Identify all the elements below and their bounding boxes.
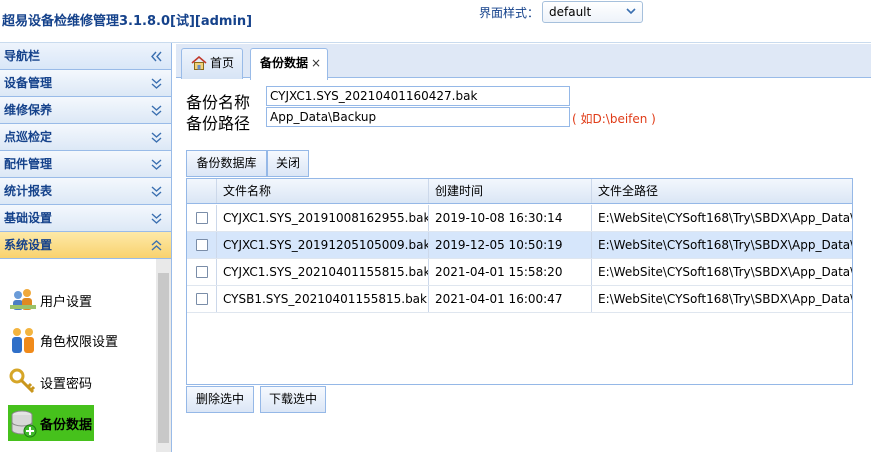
theme-label: 界面样式： bbox=[479, 6, 540, 20]
grid-header: 文件名称 创建时间 文件全路径 bbox=[187, 179, 852, 204]
sidebar-item-system-settings[interactable]: 系统设置 bbox=[0, 232, 171, 259]
backup-name-input[interactable]: CYJXC1.SYS_20210401160427.bak bbox=[266, 86, 570, 106]
double-chevron-down-icon bbox=[151, 213, 162, 224]
table-row[interactable]: CYSB1.SYS_20210401155815.bak 2021-04-01 … bbox=[187, 286, 853, 313]
header-checkbox-cell bbox=[187, 179, 217, 203]
checkbox-cell bbox=[187, 259, 217, 285]
submenu-item-label: 设置密码 bbox=[40, 376, 93, 392]
checkbox-cell bbox=[187, 205, 217, 231]
sidebar-item-basic-settings[interactable]: 基础设置 bbox=[0, 205, 171, 232]
table-row[interactable]: CYJXC1.SYS_20210401155815.bak 2021-04-01… bbox=[187, 259, 853, 286]
sidebar-item-label: 设备管理 bbox=[4, 76, 53, 90]
submenu-item-password[interactable]: 设置密码 bbox=[8, 364, 92, 400]
sidebar-item-label: 系统设置 bbox=[4, 238, 53, 252]
roles-icon bbox=[12, 328, 34, 353]
table-row[interactable]: CYJXC1.SYS_20191205105009.bak 2019-12-05… bbox=[187, 232, 853, 259]
sidebar-item-inspection[interactable]: 点巡检定 bbox=[0, 124, 171, 151]
sidebar-item-label: 点巡检定 bbox=[4, 130, 53, 144]
main-content: 首页 备份数据 × 备份名称 CYJXC1.SYS_20210401160427… bbox=[176, 43, 871, 452]
path-hint: ( 如D:\beifen ) bbox=[572, 112, 656, 126]
double-chevron-down-icon bbox=[151, 132, 162, 143]
submenu-item-users[interactable]: 用户设置 bbox=[8, 282, 92, 318]
sidebar: 导航栏 设备管理 维修保养 点巡检定 配件管理 统计报表 基础设置 系统设置 用… bbox=[0, 43, 172, 452]
tab-label: 首页 bbox=[210, 56, 235, 70]
collapse-left-icon[interactable] bbox=[150, 50, 163, 63]
cell-filename: CYJXC1.SYS_20191008162955.bak bbox=[217, 205, 429, 231]
sidebar-item-parts[interactable]: 配件管理 bbox=[0, 151, 171, 178]
database-icon bbox=[11, 410, 37, 438]
column-header-created[interactable]: 创建时间 bbox=[429, 179, 592, 203]
cell-created: 2019-12-05 10:50:19 bbox=[429, 232, 592, 258]
sidebar-title: 导航栏 bbox=[4, 49, 41, 63]
home-icon bbox=[191, 56, 207, 70]
backup-database-button[interactable]: 备份数据库 bbox=[186, 150, 267, 177]
submenu-scrollbar[interactable] bbox=[156, 259, 171, 452]
column-header-filename[interactable]: 文件名称 bbox=[217, 179, 429, 203]
double-chevron-down-icon bbox=[151, 78, 162, 89]
theme-select[interactable]: default bbox=[542, 1, 643, 23]
checkbox-cell bbox=[187, 232, 217, 258]
tab-backup[interactable]: 备份数据 × bbox=[250, 48, 328, 80]
cell-fullpath: E:\WebSite\CYSoft168\Try\SBDX\App_Data\B… bbox=[598, 265, 853, 279]
sidebar-item-label: 配件管理 bbox=[4, 157, 53, 171]
sidebar-item-equipment[interactable]: 设备管理 bbox=[0, 70, 171, 97]
cell-filename: CYJXC1.SYS_20210401155815.bak bbox=[217, 259, 429, 285]
submenu-item-roles[interactable]: 角色权限设置 bbox=[8, 322, 118, 358]
cell-created: 2021-04-01 16:00:47 bbox=[429, 286, 592, 312]
system-settings-submenu: 用户设置 角色权限设置 设置密码 备份数据 bbox=[0, 259, 156, 452]
column-header-fullpath[interactable]: 文件全路径 bbox=[592, 179, 852, 203]
tab-home[interactable]: 首页 bbox=[181, 48, 243, 79]
users-icon bbox=[10, 289, 36, 310]
tab-bar: 首页 备份数据 × bbox=[176, 43, 871, 80]
delete-selected-button[interactable]: 删除选中 bbox=[186, 386, 254, 413]
app-header: 超易设备检维修管理3.1.8.0[试][admin] 界面样式： default bbox=[0, 0, 871, 43]
cell-created: 2021-04-01 15:58:20 bbox=[429, 259, 592, 285]
double-chevron-up-icon bbox=[151, 240, 162, 251]
submenu-item-label: 备份数据 bbox=[40, 417, 93, 433]
row-checkbox[interactable] bbox=[196, 293, 208, 305]
sidebar-item-label: 基础设置 bbox=[4, 211, 53, 225]
close-icon[interactable]: × bbox=[311, 49, 321, 77]
backup-path-input[interactable]: App_Data\Backup bbox=[266, 107, 570, 127]
backup-path-label: 备份路径 bbox=[186, 114, 251, 133]
theme-select-value: default bbox=[549, 5, 592, 19]
download-selected-button[interactable]: 下载选中 bbox=[260, 386, 326, 413]
table-row[interactable]: CYJXC1.SYS_20191008162955.bak 2019-10-08… bbox=[187, 205, 853, 232]
double-chevron-down-icon bbox=[151, 186, 162, 197]
submenu-item-backup[interactable]: 备份数据 bbox=[8, 405, 95, 441]
cell-fullpath: E:\WebSite\CYSoft168\Try\SBDX\App_Data\B… bbox=[598, 211, 853, 225]
key-icon bbox=[9, 368, 36, 394]
close-button[interactable]: 关闭 bbox=[267, 150, 309, 177]
sidebar-item-label: 维修保养 bbox=[4, 103, 53, 117]
cell-fullpath: E:\WebSite\CYSoft168\Try\SBDX\App_Data\B… bbox=[598, 238, 853, 252]
cell-filename: CYJXC1.SYS_20191205105009.bak bbox=[217, 232, 429, 258]
chevron-down-icon bbox=[626, 8, 636, 15]
cell-created: 2019-10-08 16:30:14 bbox=[429, 205, 592, 231]
backup-files-grid: 文件名称 创建时间 文件全路径 CYJXC1.SYS_2019100816295… bbox=[186, 178, 853, 385]
sidebar-item-label: 统计报表 bbox=[4, 184, 53, 198]
app-title: 超易设备检维修管理3.1.8.0[试][admin] bbox=[2, 14, 253, 29]
sidebar-item-reports[interactable]: 统计报表 bbox=[0, 178, 171, 205]
cell-fullpath: E:\WebSite\CYSoft168\Try\SBDX\App_Data\B… bbox=[598, 292, 853, 306]
sidebar-header: 导航栏 bbox=[0, 43, 171, 70]
row-checkbox[interactable] bbox=[196, 212, 208, 224]
cell-filename: CYSB1.SYS_20210401155815.bak bbox=[217, 286, 429, 312]
checkbox-cell bbox=[187, 286, 217, 312]
row-checkbox[interactable] bbox=[196, 266, 208, 278]
submenu-item-label: 用户设置 bbox=[40, 294, 93, 310]
row-checkbox[interactable] bbox=[196, 239, 208, 251]
double-chevron-down-icon bbox=[151, 105, 162, 116]
double-chevron-down-icon bbox=[151, 159, 162, 170]
scrollbar-thumb[interactable] bbox=[158, 273, 169, 443]
tab-label: 备份数据 bbox=[260, 56, 309, 70]
sidebar-item-maintenance[interactable]: 维修保养 bbox=[0, 97, 171, 124]
submenu-item-label: 角色权限设置 bbox=[40, 334, 119, 350]
